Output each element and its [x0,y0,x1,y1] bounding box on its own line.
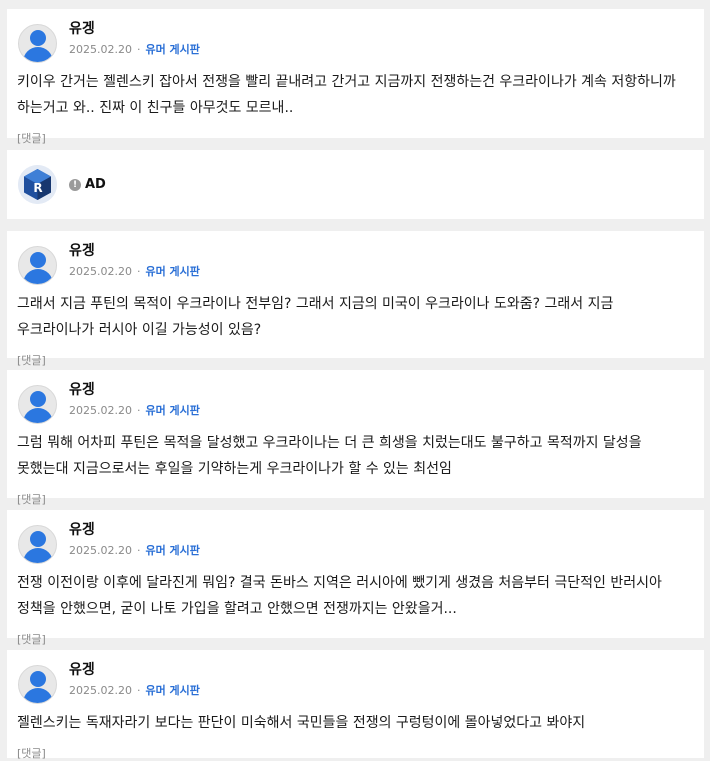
comment-meta: 유겡 2025.02.20 · 유머 게시판 [69,381,200,419]
user-avatar-icon[interactable] [18,665,57,704]
comment-date: 2025.02.20 [69,544,132,557]
comment-meta: 유겡 2025.02.20 · 유머 게시판 [69,242,200,280]
comment-text: 키이우 간거는 젤렌스키 잡아서 전쟁을 빨리 끝내려고 간거고 지금까지 전쟁… [17,74,676,116]
separator-dot: · [136,684,141,697]
board-link[interactable]: 유머 게시판 [145,544,199,557]
comment-card: 유겡 2025.02.20 · 유머 게시판 그래서 지금 푸틴의 목적이 우크라이… [7,231,704,367]
comment-subline: 2025.02.20 · 유머 게시판 [69,403,200,419]
comment-card: 유겡 2025.02.20 · 유머 게시판 젤렌스키는 독재자라기 보다는 판단이… [7,650,704,761]
board-link[interactable]: 유머 게시판 [145,43,199,56]
author-name[interactable]: 유겡 [69,661,200,679]
comment-text: 전쟁 이전이랑 이후에 달라진게 뭐임? 결국 돈바스 지역은 러시아에 뺐기게… [17,575,662,617]
author-name[interactable]: 유겡 [69,521,200,539]
author-name[interactable]: 유겡 [69,242,200,260]
comment-meta: 유겡 2025.02.20 · 유머 게시판 [69,20,200,58]
comment-card: 유겡 2025.02.20 · 유머 게시판 키이우 간거는 젤렌스키 잡아서 전쟁… [7,9,704,145]
comment-date: 2025.02.20 [69,404,132,417]
user-avatar-icon[interactable] [18,24,57,63]
comment-header: 유겡 2025.02.20 · 유머 게시판 [17,20,694,64]
svg-text:R: R [33,181,42,195]
separator-dot: · [136,43,141,56]
comment-subline: 2025.02.20 · 유머 게시판 [69,42,200,58]
comment-meta: 유겡 2025.02.20 · 유머 게시판 [69,521,200,559]
ad-card[interactable]: R ! AD [7,150,704,219]
info-icon[interactable]: ! [69,178,81,191]
comment-subline: 2025.02.20 · 유머 게시판 [69,543,200,559]
r-cube-logo-icon[interactable]: R [18,165,57,204]
user-avatar-icon[interactable] [18,246,57,285]
reply-link[interactable]: [댓글] [17,491,694,507]
reply-link[interactable]: [댓글] [17,631,694,647]
comment-header: 유겡 2025.02.20 · 유머 게시판 [17,381,694,425]
ad-label: AD [85,177,106,192]
comment-text: 젤렌스키는 독재자라기 보다는 판단이 미숙해서 국민들을 전쟁의 구렁텅이에 … [17,715,586,731]
ad-header: R ! AD [17,161,694,205]
user-avatar-icon[interactable] [18,385,57,424]
comment-text: 그래서 지금 푸틴의 목적이 우크라이나 전부임? 그래서 지금의 미국이 우크… [17,296,614,338]
reply-link[interactable]: [댓글] [17,352,694,368]
comment-header: 유겡 2025.02.20 · 유머 게시판 [17,242,694,286]
comment-date: 2025.02.20 [69,684,132,697]
board-link[interactable]: 유머 게시판 [145,404,199,417]
comment-subline: 2025.02.20 · 유머 게시판 [69,683,200,699]
separator-dot: · [136,544,141,557]
comment-subline: 2025.02.20 · 유머 게시판 [69,264,200,280]
ad-label-group: ! AD [69,177,106,192]
reply-link[interactable]: [댓글] [17,745,694,761]
comment-header: 유겡 2025.02.20 · 유머 게시판 [17,661,694,705]
board-link[interactable]: 유머 게시판 [145,684,199,697]
comment-header: 유겡 2025.02.20 · 유머 게시판 [17,521,694,565]
comment-card: 유겡 2025.02.20 · 유머 게시판 전쟁 이전이랑 이후에 달라진게 뭐임… [7,510,704,646]
separator-dot: · [136,265,141,278]
comment-date: 2025.02.20 [69,43,132,56]
separator-dot: · [136,404,141,417]
comment-meta: 유겡 2025.02.20 · 유머 게시판 [69,661,200,699]
comment-text: 그럼 뭐해 어차피 푸틴은 목적을 달성했고 우크라이나는 더 큰 희생을 치렀… [17,435,642,477]
author-name[interactable]: 유겡 [69,20,200,38]
user-avatar-icon[interactable] [18,525,57,564]
comment-date: 2025.02.20 [69,265,132,278]
comment-card: 유겡 2025.02.20 · 유머 게시판 그럼 뭐해 어차피 푸틴은 목적을 달… [7,370,704,506]
author-name[interactable]: 유겡 [69,381,200,399]
reply-link[interactable]: [댓글] [17,130,694,146]
board-link[interactable]: 유머 게시판 [145,265,199,278]
